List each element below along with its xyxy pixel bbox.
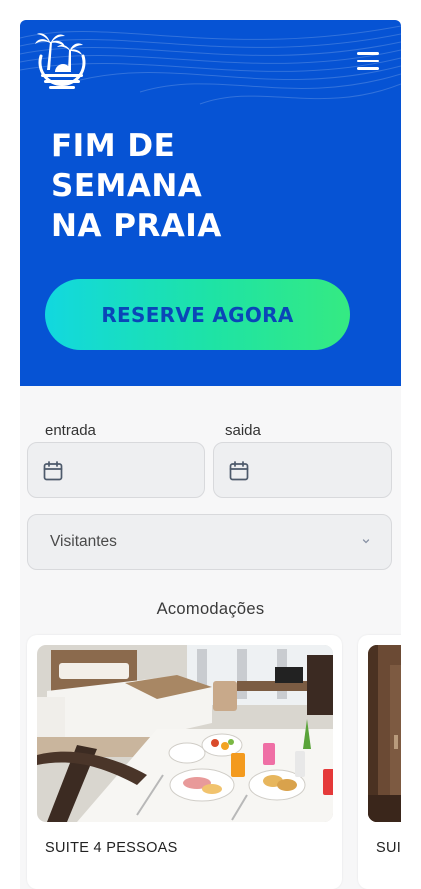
- accommodation-card[interactable]: SUI: [358, 635, 401, 889]
- chevron-down-icon: [362, 539, 370, 544]
- reserve-now-button[interactable]: RESERVE AGORA: [45, 279, 350, 350]
- palm-beach-logo-icon[interactable]: [33, 28, 91, 98]
- calendar-icon: [229, 461, 249, 481]
- room-breakfast-photo: [37, 645, 333, 822]
- hero-title: FIM DE SEMANA NA PRAIA: [51, 126, 351, 246]
- accommodations-title: Acomodações: [156, 600, 265, 618]
- accommodation-name: SUI: [376, 840, 401, 856]
- accommodation-name: SUITE 4 PESSOAS: [45, 840, 178, 856]
- hero-title-line-2: SEMANA: [51, 168, 203, 204]
- hamburger-menu-icon[interactable]: [354, 52, 382, 74]
- visitors-select-value: Visitantes: [50, 533, 117, 550]
- checkout-label: saida: [225, 422, 261, 439]
- checkin-label: entrada: [45, 422, 96, 439]
- room-photo: [368, 645, 401, 822]
- checkin-date-field[interactable]: [27, 442, 205, 498]
- hero-banner: FIM DE SEMANA NA PRAIA RESERVE AGORA: [20, 20, 401, 386]
- app-frame: FIM DE SEMANA NA PRAIA RESERVE AGORA ent…: [20, 20, 401, 889]
- checkout-date-field[interactable]: [213, 442, 392, 498]
- accommodation-card[interactable]: SUITE 4 PESSOAS: [27, 635, 342, 889]
- calendar-icon: [43, 461, 63, 481]
- hero-title-line-1: FIM DE: [51, 128, 176, 164]
- visitors-select[interactable]: Visitantes: [27, 514, 392, 570]
- hero-title-line-3: NA PRAIA: [51, 208, 222, 244]
